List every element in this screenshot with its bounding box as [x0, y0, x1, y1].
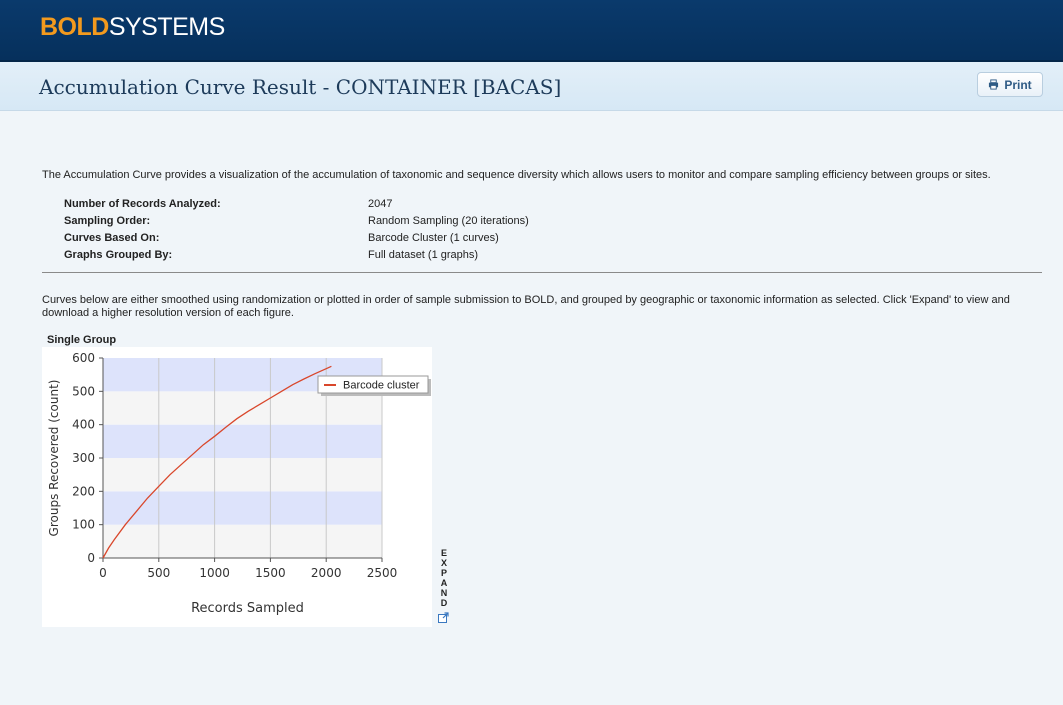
y-tick-label: 100	[72, 518, 95, 532]
grid-band	[103, 491, 382, 525]
title-bar: Accumulation Curve Result - CONTAINER [B…	[0, 62, 1063, 111]
y-axis-title: Groups Recovered (count)	[47, 380, 61, 537]
bold-systems-logo[interactable]: BOLDSYSTEMS	[40, 13, 225, 42]
x-tick-label: 1000	[199, 566, 230, 580]
x-axis-title: Records Sampled	[191, 601, 304, 616]
expand-link[interactable]: EXPAND	[438, 548, 450, 623]
expand-letter: P	[440, 568, 447, 578]
expand-letter: X	[440, 558, 447, 568]
print-button[interactable]: Print	[977, 72, 1043, 97]
grid-band	[103, 458, 382, 492]
info-value: Random Sampling (20 iterations)	[368, 215, 529, 227]
expand-letter: E	[440, 548, 447, 558]
x-tick-label: 1500	[255, 566, 286, 580]
page-title: Accumulation Curve Result - CONTAINER [B…	[39, 75, 562, 99]
info-value: Full dataset (1 graphs)	[368, 249, 479, 261]
info-value: 2047	[368, 198, 393, 210]
info-row: Graphs Grouped By: Full dataset (1 graph…	[64, 249, 664, 266]
info-label: Curves Based On:	[64, 232, 160, 244]
legend-label: Barcode cluster	[343, 380, 420, 392]
y-tick-label: 500	[72, 384, 95, 398]
info-value: Barcode Cluster (1 curves)	[368, 232, 499, 244]
grid-band	[103, 524, 382, 558]
logo-text-systems: SYSTEMS	[108, 13, 225, 41]
x-tick-label: 500	[147, 566, 170, 580]
x-tick-label: 0	[99, 566, 107, 580]
info-row: Number of Records Analyzed: 2047	[64, 198, 664, 215]
expand-letter: D	[440, 598, 448, 608]
top-navigation-bar: BOLDSYSTEMS	[0, 0, 1063, 62]
grid-band	[103, 391, 382, 425]
accumulation-chart: 0 100 200 300 400 500 600 0 500 1000 1500 2000 2500 R…	[42, 347, 432, 627]
info-row: Sampling Order: Random Sampling (20 iter…	[64, 215, 664, 232]
x-tick-label: 2000	[311, 566, 342, 580]
print-button-label: Print	[1004, 77, 1032, 92]
curves-description: Curves below are either smoothed using r…	[42, 294, 1010, 319]
chart-svg: 0 100 200 300 400 500 600 0 500 1000 1500 2000 2500 R…	[47, 351, 431, 616]
info-label: Graphs Grouped By:	[64, 249, 173, 261]
y-tick-label: 600	[72, 351, 95, 365]
logo-text-bold: BOLD	[40, 13, 109, 41]
y-tick-label: 300	[72, 451, 95, 465]
external-link-icon	[438, 612, 449, 623]
expand-letter: N	[440, 588, 448, 598]
info-row: Curves Based On: Barcode Cluster (1 curv…	[64, 232, 664, 249]
expand-label: EXPAND	[438, 548, 450, 608]
info-label: Sampling Order:	[64, 215, 151, 227]
chart-group-title: Single Group	[47, 334, 117, 346]
grid-band	[103, 424, 382, 458]
printer-icon	[989, 79, 999, 90]
y-tick-label: 0	[87, 551, 95, 565]
y-tick-label: 200	[72, 484, 95, 498]
section-divider	[42, 272, 1042, 273]
summary-info-table: Number of Records Analyzed: 2047 Samplin…	[64, 198, 664, 266]
info-label: Number of Records Analyzed:	[64, 198, 221, 210]
x-tick-label: 2500	[367, 566, 398, 580]
intro-text: The Accumulation Curve provides a visual…	[42, 169, 991, 181]
y-tick-label: 400	[72, 418, 95, 432]
expand-letter: A	[440, 578, 448, 588]
